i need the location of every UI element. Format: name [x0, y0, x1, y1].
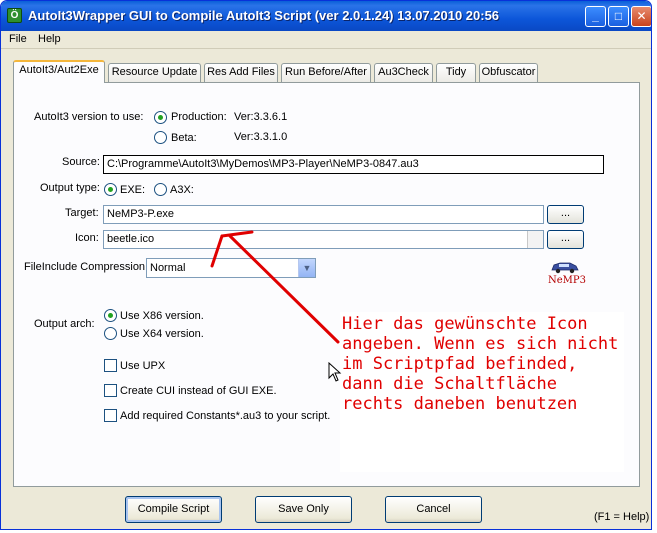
compile-script-button[interactable]: Compile Script [125, 496, 222, 523]
cancel-button[interactable]: Cancel [385, 496, 482, 523]
f1-help-hint: (F1 = Help) [594, 511, 650, 523]
production-version: Ver:3.3.6.1 [234, 111, 288, 123]
maximize-button[interactable]: □ [608, 6, 629, 27]
tab-autoit3-aut2exe[interactable]: AutoIt3/Aut2Exe [13, 60, 105, 83]
a3x-label: A3X: [170, 184, 194, 196]
tab-obfuscator[interactable]: Obfuscator [479, 63, 538, 82]
close-button[interactable]: ✕ [631, 6, 651, 27]
save-only-button[interactable]: Save Only [255, 496, 352, 523]
beta-radio[interactable] [154, 131, 167, 144]
compression-label: FileInclude Compression: [24, 261, 149, 273]
x64-label: Use X64 version. [120, 328, 204, 340]
minimize-icon: _ [592, 9, 599, 23]
compression-value: Normal [150, 262, 186, 274]
tab-run-before-after[interactable]: Run Before/After [281, 63, 371, 82]
source-label: Source: [62, 156, 100, 168]
production-radio[interactable] [154, 111, 167, 124]
car-icon [551, 262, 579, 274]
source-field[interactable]: C:\Programme\AutoIt3\MyDemos\MP3-Player\… [103, 155, 604, 174]
constants-label: Add required Constants*.au3 to your scri… [120, 410, 331, 422]
exe-radio[interactable] [104, 183, 117, 196]
annotation-box: Hier das gewünschte Icon angeben. Wenn e… [340, 312, 624, 472]
production-label: Production: [171, 111, 227, 123]
icon-browse-button[interactable]: ... [547, 230, 584, 249]
tab-au3check[interactable]: Au3Check [374, 63, 433, 82]
output-type-label: Output type: [40, 182, 100, 194]
icon-field[interactable]: beetle.ico [103, 230, 544, 249]
close-icon: ✕ [636, 9, 647, 23]
menu-help[interactable]: Help [38, 33, 61, 45]
version-label: AutoIt3 version to use: [34, 111, 144, 123]
tab-tidy[interactable]: Tidy [436, 63, 476, 82]
upx-label: Use UPX [120, 360, 166, 372]
x86-label: Use X86 version. [120, 310, 204, 322]
a3x-radio[interactable] [154, 183, 167, 196]
exe-label: EXE: [120, 184, 146, 196]
icon-field-value: beetle.ico [107, 233, 155, 245]
minimize-button[interactable]: _ [585, 6, 606, 27]
constants-checkbox[interactable] [104, 409, 117, 422]
icon-label: Icon: [75, 232, 99, 244]
mouse-cursor-icon [328, 362, 342, 382]
cui-checkbox[interactable] [104, 384, 117, 397]
nemp3-logo: NeMP3 [548, 260, 586, 288]
output-arch-label: Output arch: [34, 318, 95, 330]
x86-radio[interactable] [104, 309, 117, 322]
compression-select[interactable]: Normal ▼ [146, 258, 316, 278]
autoit-app-icon: Ö [7, 8, 22, 23]
icon-spin-arrows[interactable] [527, 231, 543, 248]
chevron-down-icon[interactable]: ▼ [298, 259, 315, 277]
maximize-icon: □ [614, 9, 623, 23]
annotation-text: Hier das gewünschte Icon angeben. Wenn e… [342, 314, 629, 414]
menu-file[interactable]: File [9, 33, 27, 45]
target-label: Target: [65, 207, 99, 219]
upx-checkbox[interactable] [104, 359, 117, 372]
cui-label: Create CUI instead of GUI EXE. [120, 385, 277, 397]
tab-res-add-files[interactable]: Res Add Files [204, 63, 278, 82]
target-field[interactable]: NeMP3-P.exe [103, 205, 544, 224]
tab-resource-update[interactable]: Resource Update [108, 63, 201, 82]
outer-frame [652, 0, 657, 533]
menu-bar: File Help [1, 31, 651, 49]
beta-label: Beta: [171, 132, 197, 144]
x64-radio[interactable] [104, 327, 117, 340]
title-bar[interactable]: Ö AutoIt3Wrapper GUI to Compile AutoIt3 … [1, 1, 651, 31]
target-browse-button[interactable]: ... [547, 205, 584, 224]
window-title: AutoIt3Wrapper GUI to Compile AutoIt3 Sc… [28, 8, 500, 23]
beta-version: Ver:3.3.1.0 [234, 131, 288, 143]
logo-text: NeMP3 [548, 275, 586, 286]
